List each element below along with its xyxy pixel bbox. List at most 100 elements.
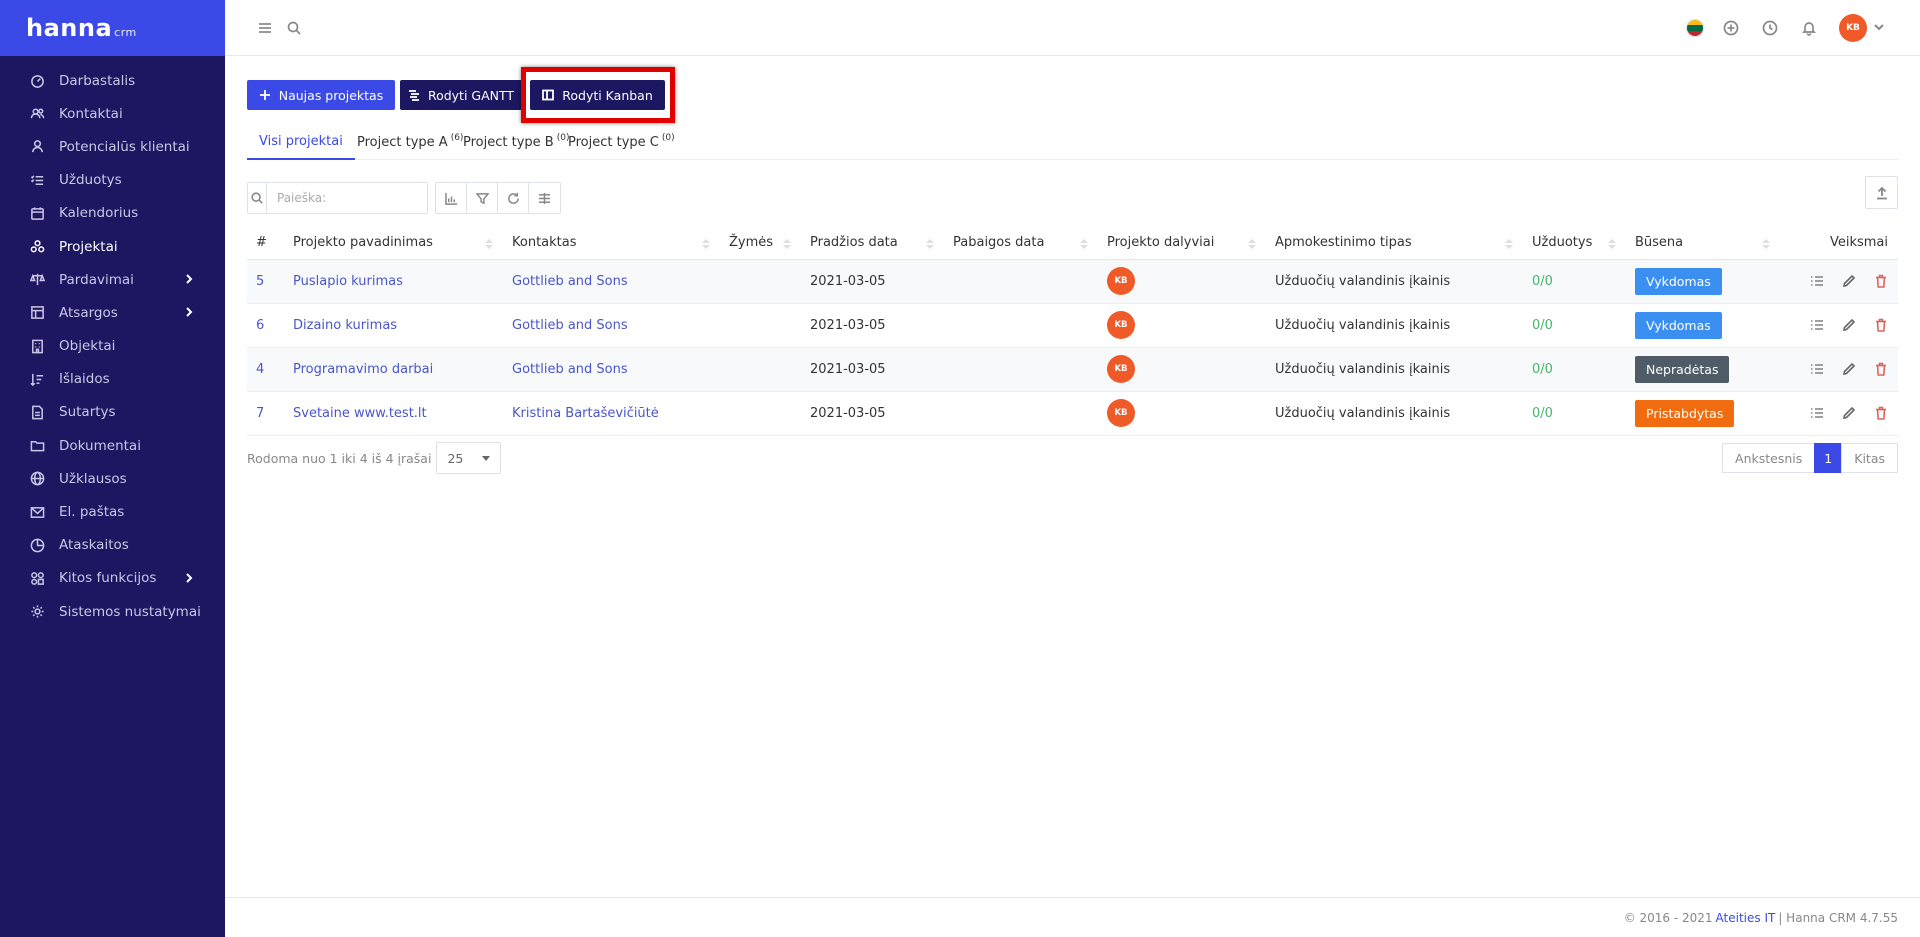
tab-label: Project type A (357, 134, 448, 150)
edit-icon[interactable] (1842, 318, 1856, 332)
sidebar-item-atsargos[interactable]: Atsargos (0, 296, 225, 329)
column-header[interactable]: Kontaktas (503, 226, 720, 260)
contact-link[interactable]: Gottlieb and Sons (503, 347, 720, 392)
table-row: 4 Programavimo darbai Gottlieb and Sons 202… (247, 347, 1898, 392)
tags-cell (720, 347, 801, 392)
status-cell: Nepradėtas (1626, 347, 1780, 392)
sidebar-item-potencial-s-klientai[interactable]: Potencialūs klientai (0, 130, 225, 163)
tab-visi-projektai[interactable]: Visi projektai (247, 124, 355, 160)
column-header[interactable]: Veiksmai (1780, 226, 1898, 260)
column-header-label: Pradžios data (810, 234, 898, 250)
project-name-link[interactable]: Puslapio kurimas (284, 259, 503, 304)
tab-label: Visi projektai (259, 133, 343, 149)
column-header[interactable]: Žymės (720, 226, 801, 260)
column-header[interactable]: Projekto pavadinimas (284, 226, 503, 260)
clock-icon[interactable] (1760, 18, 1780, 38)
column-header[interactable]: Pabaigos data (944, 226, 1098, 260)
table-row: 6 Dizaino kurimas Gottlieb and Sons 2021-03… (247, 303, 1898, 348)
sidebar-item-label: Kontaktai (59, 105, 123, 122)
sidebar-item-kitos-funkcijos[interactable]: Kitos funkcijos (0, 562, 225, 595)
status-badge[interactable]: Nepradėtas (1635, 355, 1730, 383)
sidebar-item-el-pa-tas[interactable]: El. paštas (0, 495, 225, 528)
records-info: Rodoma nuo 1 iki 4 iš 4 įrašai (247, 450, 432, 466)
member-avatar[interactable]: KB (1107, 267, 1135, 295)
per-page-select[interactable]: 25 (436, 442, 502, 474)
filter-icon[interactable] (467, 183, 498, 213)
sidebar-item-i-laidos[interactable]: Išlaidos (0, 363, 225, 396)
project-name-link[interactable]: Svetaine www.test.lt (284, 391, 503, 436)
project-id[interactable]: 5 (247, 259, 284, 304)
project-name-link[interactable]: Programavimo darbai (284, 347, 503, 392)
table-row: 7 Svetaine www.test.lt Kristina Bartaševič… (247, 391, 1898, 436)
show-gantt-button[interactable]: Rodyti GANTT (400, 80, 522, 110)
trash-icon[interactable] (1874, 274, 1888, 288)
contact-link[interactable]: Kristina Bartaševičiūtė (503, 391, 720, 436)
page-1-button[interactable]: 1 (1814, 443, 1843, 473)
status-badge[interactable]: Vykdomas (1635, 311, 1722, 339)
column-header[interactable]: Projekto dalyviai (1098, 226, 1266, 260)
member-avatar[interactable]: KB (1107, 311, 1135, 339)
new-project-button[interactable]: Naujas projektas (247, 80, 395, 110)
project-name-link[interactable]: Dizaino kurimas (284, 303, 503, 348)
project-id[interactable]: 6 (247, 303, 284, 348)
app-logo[interactable]: hanna crm (26, 14, 137, 42)
language-flag-icon[interactable] (1686, 19, 1704, 37)
sidebar-item-sutartys[interactable]: Sutartys (0, 396, 225, 429)
refresh-icon[interactable] (498, 183, 529, 213)
member-avatar[interactable]: KB (1107, 399, 1135, 427)
sidebar-item-pardavimai[interactable]: Pardavimai (0, 263, 225, 296)
edit-icon[interactable] (1842, 406, 1856, 420)
sidebar-item-ataskaitos[interactable]: Ataskaitos (0, 529, 225, 562)
search-input[interactable] (267, 183, 427, 213)
column-header[interactable]: Pradžios data (801, 226, 944, 260)
sort-icon (1080, 238, 1088, 249)
member-avatar[interactable]: KB (1107, 355, 1135, 383)
sidebar-item-kontaktai[interactable]: Kontaktai (0, 97, 225, 130)
project-id[interactable]: 7 (247, 391, 284, 436)
sidebar-item-objektai[interactable]: Objektai (0, 330, 225, 363)
sidebar-item-u-klausos[interactable]: Užklausos (0, 462, 225, 495)
sidebar-item-kalendorius[interactable]: Kalendorius (0, 197, 225, 230)
chart-icon[interactable] (436, 183, 467, 213)
edit-icon[interactable] (1842, 274, 1856, 288)
status-badge[interactable]: Pristabdytas (1635, 399, 1735, 427)
edit-icon[interactable] (1842, 362, 1856, 376)
search-icon[interactable] (284, 18, 304, 38)
chevron-right-icon (183, 572, 195, 584)
status-badge[interactable]: Vykdomas (1635, 267, 1722, 295)
contact-link[interactable]: Gottlieb and Sons (503, 259, 720, 304)
column-header[interactable]: # (247, 226, 284, 260)
project-id[interactable]: 4 (247, 347, 284, 392)
trash-icon[interactable] (1874, 362, 1888, 376)
show-kanban-button[interactable]: Rodyti Kanban (530, 80, 665, 110)
contact-link[interactable]: Gottlieb and Sons (503, 303, 720, 348)
trash-icon[interactable] (1874, 318, 1888, 332)
task-list-icon[interactable] (1810, 274, 1824, 288)
sort-icon (1248, 238, 1256, 249)
prev-page-button[interactable]: Ankstesnis (1722, 443, 1816, 473)
bell-icon[interactable] (1799, 18, 1819, 38)
columns-icon[interactable] (529, 183, 560, 213)
footer-company-link[interactable]: Ateities IT (1716, 911, 1776, 925)
sidebar-item-darbastalis[interactable]: Darbastalis (0, 64, 225, 97)
chevron-down-icon[interactable] (1873, 21, 1885, 33)
sidebar-item-dokumentai[interactable]: Dokumentai (0, 429, 225, 462)
column-header[interactable]: Užduotys (1523, 226, 1626, 260)
tab-project-type-c[interactable]: Project type C (0) (556, 124, 687, 160)
export-upload-icon[interactable] (1865, 176, 1898, 209)
task-list-icon[interactable] (1810, 362, 1824, 376)
add-icon[interactable] (1721, 18, 1741, 38)
sidebar-item-u-duotys[interactable]: Užduotys (0, 164, 225, 197)
tasks-count: 0/0 (1523, 303, 1626, 348)
column-header[interactable]: Apmokestinimo tipas (1266, 226, 1523, 260)
user-avatar[interactable]: KB (1839, 14, 1867, 42)
task-list-icon[interactable] (1810, 406, 1824, 420)
trash-icon[interactable] (1874, 406, 1888, 420)
sidebar-item-sistemos-nustatymai[interactable]: Sistemos nustatymai (0, 595, 225, 628)
column-header[interactable]: Būsena (1626, 226, 1780, 260)
sidebar-item-projektai[interactable]: Projektai (0, 230, 225, 263)
menu-toggle-icon[interactable] (255, 18, 275, 38)
next-page-button[interactable]: Kitas (1841, 443, 1898, 473)
task-list-icon[interactable] (1810, 318, 1824, 332)
end-date (944, 259, 1098, 304)
